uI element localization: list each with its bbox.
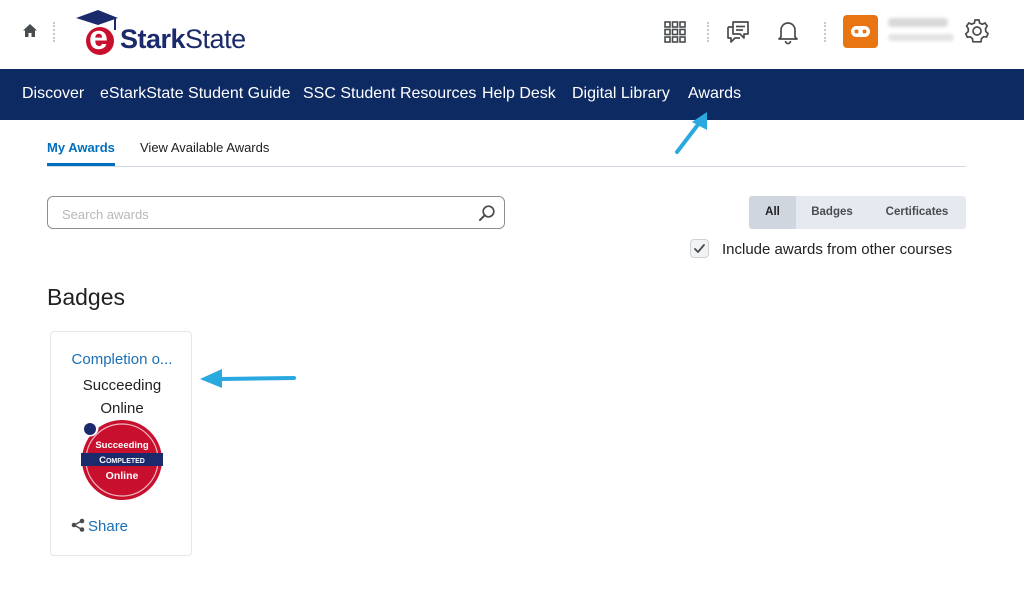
nav-awards[interactable]: Awards	[688, 85, 741, 103]
apps-grid-icon[interactable]	[660, 17, 690, 47]
filter-badges[interactable]: Badges	[796, 196, 868, 229]
include-other-courses-label[interactable]: Include awards from other courses	[722, 241, 952, 258]
include-other-courses-checkbox[interactable]	[690, 239, 709, 258]
share-button[interactable]: Share	[71, 518, 128, 535]
user-role-redacted	[888, 34, 954, 41]
search-icon[interactable]	[478, 204, 496, 222]
succeeding-online-badge-image[interactable]: Succeeding Completed Online	[81, 419, 163, 501]
checkmark-icon	[694, 244, 705, 253]
separator	[707, 22, 711, 42]
mask-icon	[851, 26, 870, 37]
top-bar: e StarkState	[0, 0, 1024, 69]
logo-state: State	[185, 24, 246, 54]
logo-wordmark: StarkState	[120, 24, 246, 55]
annotation-arrow-award-card	[200, 369, 296, 388]
search-input[interactable]	[60, 204, 464, 224]
nav-ssc-student-resources[interactable]: SSC Student Resources	[303, 85, 476, 103]
section-heading-badges: Badges	[47, 284, 126, 310]
filter-certificates[interactable]: Certificates	[868, 196, 966, 229]
nav-discover[interactable]: Discover	[22, 85, 84, 103]
share-icon	[71, 518, 85, 532]
estarkstate-logo[interactable]: e StarkState	[74, 8, 254, 56]
home-icon[interactable]	[21, 22, 39, 40]
user-name-redacted[interactable]	[888, 18, 948, 27]
tab-view-available-awards[interactable]: View Available Awards	[140, 140, 269, 155]
nav-help-desk[interactable]: Help Desk	[482, 85, 556, 103]
filter-all[interactable]: All	[749, 196, 796, 229]
award-subtitle-text: Succeeding Online	[82, 377, 162, 417]
award-type-filter: All Badges Certificates	[749, 196, 966, 229]
award-card: Completion o... Succeeding Online Succee…	[50, 331, 192, 556]
search-box	[47, 196, 505, 229]
main-navbar: Discover eStarkState Student Guide SSC S…	[0, 69, 1024, 120]
logo-e: e	[89, 19, 108, 57]
separator	[53, 22, 57, 42]
logo-stark: Stark	[120, 24, 186, 54]
annotation-arrow-awards	[675, 112, 707, 154]
badge-text-top: Succeeding	[95, 440, 149, 451]
gear-icon[interactable]	[962, 16, 992, 46]
award-subtitle: Succeeding Online	[51, 374, 193, 420]
badge-text-mid: Completed	[99, 455, 145, 466]
badge-text-bottom: Online	[106, 470, 139, 482]
tab-my-awards[interactable]: My Awards	[47, 140, 115, 155]
nav-student-guide[interactable]: eStarkState Student Guide	[100, 85, 290, 103]
avatar[interactable]	[843, 15, 878, 48]
share-label: Share	[88, 518, 129, 535]
message-icon[interactable]	[723, 17, 753, 47]
nav-digital-library[interactable]: Digital Library	[572, 85, 670, 103]
separator	[824, 22, 828, 42]
award-title-link[interactable]: Completion o...	[51, 351, 193, 368]
tab-divider	[47, 166, 966, 167]
notification-bell-icon[interactable]	[773, 17, 803, 47]
